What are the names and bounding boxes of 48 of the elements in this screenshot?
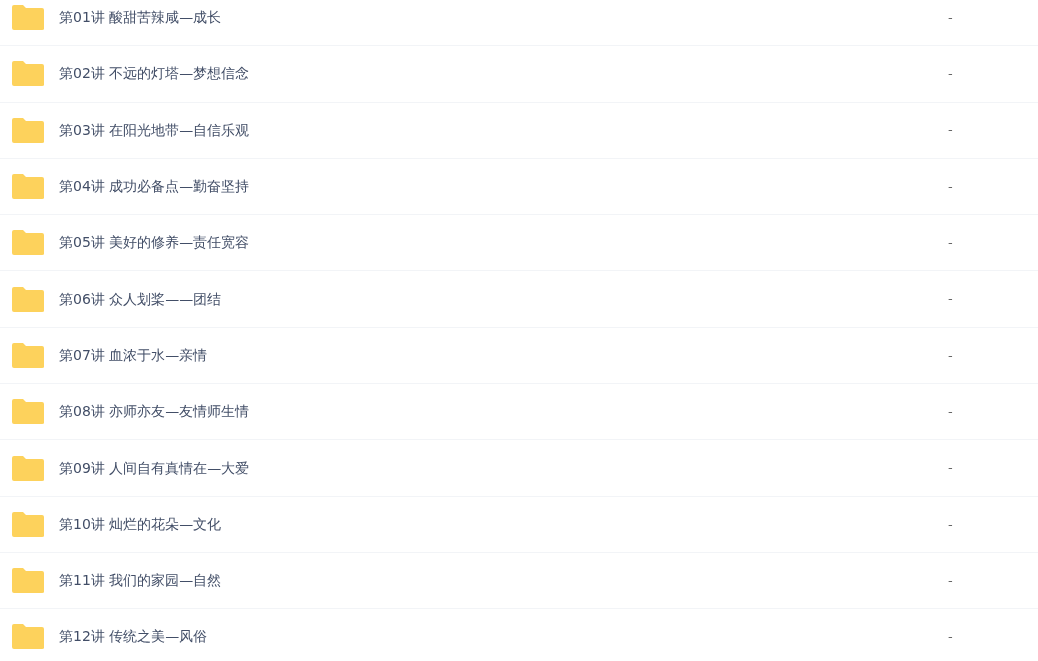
folder-icon — [11, 454, 45, 482]
folder-name: 第03讲 在阳光地带—自信乐观 — [59, 120, 251, 140]
folder-icon — [11, 285, 45, 313]
folder-name: 第10讲 灿烂的花朵—文化 — [59, 514, 223, 534]
folder-name: 第02讲 不远的灯塔—梦想信念 — [59, 64, 251, 84]
folder-name: 第01讲 酸甜苦辣咸—成长 — [59, 8, 223, 28]
folder-icon — [11, 567, 45, 595]
folder-icon — [11, 116, 45, 144]
folder-row[interactable]: 第05讲 美好的修养—责任宽容 - — [0, 215, 1038, 272]
folder-icon — [11, 229, 45, 257]
file-size: - — [948, 65, 953, 84]
folder-row[interactable]: 第03讲 在阳光地带—自信乐观 - — [0, 102, 1038, 159]
folder-row[interactable]: 第11讲 我们的家园—自然 - — [0, 552, 1038, 610]
file-size: - — [948, 234, 953, 253]
file-size: - — [948, 177, 953, 196]
file-size: - — [948, 459, 953, 478]
folder-row[interactable]: 第04讲 成功必备点—勤奋坚持 - — [0, 158, 1038, 216]
file-size: - — [948, 346, 953, 365]
folder-icon — [11, 510, 45, 538]
folder-icon — [11, 623, 45, 651]
folder-name: 第05讲 美好的修养—责任宽容 — [59, 233, 251, 253]
file-size: - — [948, 515, 953, 534]
folder-row[interactable]: 第01讲 酸甜苦辣咸—成长 - — [0, 0, 1038, 47]
folder-name: 第11讲 我们的家园—自然 — [59, 571, 223, 591]
folder-name: 第12讲 传统之美—风俗 — [59, 627, 209, 647]
folder-icon — [11, 173, 45, 201]
folder-name: 第06讲 众人划桨——团结 — [59, 289, 223, 309]
folder-icon — [11, 341, 45, 369]
file-size: - — [948, 571, 953, 590]
folder-name: 第04讲 成功必备点—勤奋坚持 — [59, 177, 251, 197]
folder-icon — [11, 398, 45, 426]
folder-row[interactable]: 第02讲 不远的灯塔—梦想信念 - — [0, 46, 1038, 103]
folder-name: 第09讲 人间自有真情在—大爱 — [59, 458, 251, 478]
folder-row[interactable]: 第07讲 血浓于水—亲情 - — [0, 327, 1038, 385]
folder-row[interactable]: 第10讲 灿烂的花朵—文化 - — [0, 496, 1038, 553]
folder-row[interactable]: 第06讲 众人划桨——团结 - — [0, 271, 1038, 328]
folder-icon — [11, 60, 45, 88]
file-size: - — [948, 121, 953, 140]
folder-name: 第08讲 亦师亦友—友情师生情 — [59, 402, 251, 422]
folder-name: 第07讲 血浓于水—亲情 — [59, 345, 209, 365]
file-size: - — [948, 628, 953, 647]
folder-row[interactable]: 第12讲 传统之美—风俗 - — [0, 609, 1038, 661]
file-size: - — [948, 290, 953, 309]
folder-row[interactable]: 第08讲 亦师亦友—友情师生情 - — [0, 384, 1038, 441]
folder-icon — [11, 4, 45, 32]
file-size: - — [948, 8, 953, 27]
file-size: - — [948, 402, 953, 421]
folder-row[interactable]: 第09讲 人间自有真情在—大爱 - — [0, 440, 1038, 497]
